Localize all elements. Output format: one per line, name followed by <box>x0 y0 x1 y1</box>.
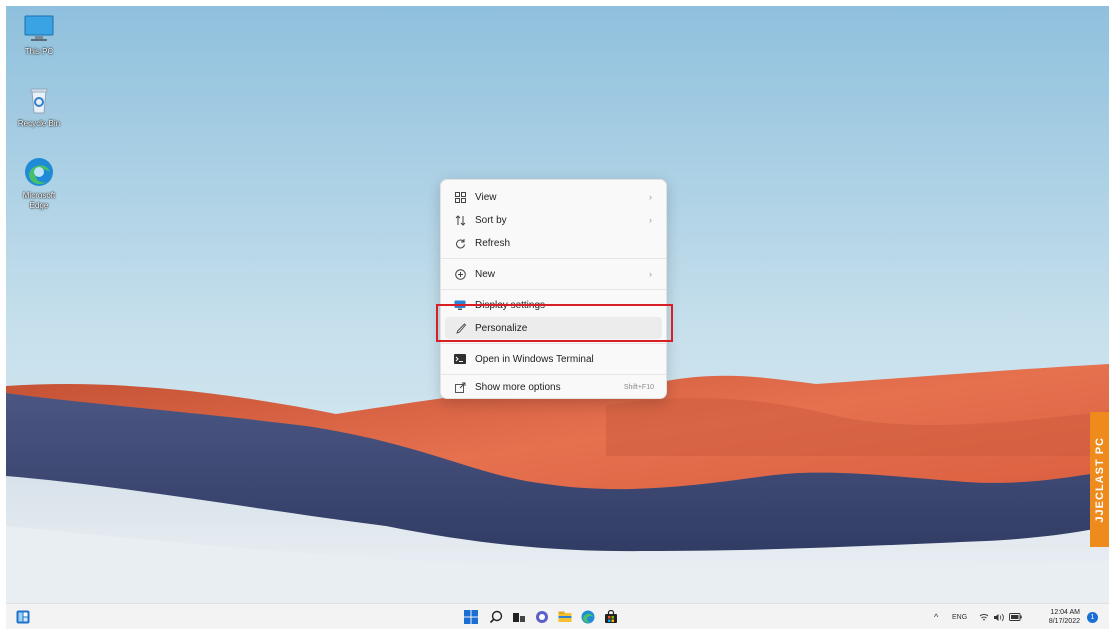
recycle-bin-icon <box>30 88 48 114</box>
menu-item-refresh[interactable]: Refresh <box>445 232 662 254</box>
grid-icon <box>453 190 467 204</box>
store-icon <box>605 610 617 623</box>
desktop-icon-this-pc[interactable]: This PC <box>14 12 64 57</box>
desktop-icon-label: Recycle Bin <box>17 119 61 128</box>
desktop-icon-recycle-bin[interactable]: Recycle Bin <box>14 84 64 129</box>
start-button[interactable] <box>462 608 480 626</box>
highlight-box <box>436 304 673 342</box>
terminal-icon <box>453 352 467 366</box>
clock[interactable]: 12:04 AM 8/17/2022 <box>1032 608 1080 626</box>
menu-separator <box>441 374 666 375</box>
file-explorer-button[interactable] <box>556 608 574 626</box>
edge-icon <box>581 610 595 624</box>
battery-icon[interactable] <box>1009 613 1022 621</box>
language-indicator[interactable]: ENG <box>952 614 967 621</box>
menu-item-show-more-options[interactable]: Show more options Shift+F10 <box>445 376 662 398</box>
menu-separator <box>441 258 666 259</box>
menu-item-open-in-terminal[interactable]: Open in Windows Terminal <box>445 348 662 370</box>
watermark-logo: JJECLAST PC <box>1090 412 1109 547</box>
monitor-icon <box>24 15 54 41</box>
widgets-icon <box>16 610 30 624</box>
widgets-button[interactable] <box>14 608 32 626</box>
edge-button[interactable] <box>579 608 597 626</box>
clock-time: 12:04 AM <box>1050 609 1080 616</box>
search-button[interactable] <box>487 608 505 626</box>
refresh-icon <box>453 236 467 250</box>
store-button[interactable] <box>602 608 620 626</box>
share-icon <box>453 380 467 394</box>
taskbar: ^ ENG 12:04 AM 8/17/2022 1 <box>6 603 1109 629</box>
task-view-icon <box>513 613 525 622</box>
menu-item-sort-by[interactable]: Sort by › <box>445 209 662 231</box>
menu-separator <box>441 289 666 290</box>
desktop-icon-label: This PC <box>24 47 54 56</box>
menu-item-label: Show more options <box>475 381 561 393</box>
task-view-button[interactable] <box>510 608 528 626</box>
menu-item-label: Open in Windows Terminal <box>475 353 594 365</box>
menu-item-new[interactable]: New › <box>445 263 662 285</box>
desktop-context-menu: View › Sort by › Refresh New › Display s… <box>440 179 667 399</box>
edge-icon <box>25 158 53 186</box>
shortcut-hint: Shift+F10 <box>623 383 654 391</box>
chevron-right-icon: › <box>649 269 652 279</box>
watermark-text: JJECLAST PC <box>1093 436 1106 523</box>
file-explorer-icon <box>558 611 572 622</box>
plus-circle-icon <box>453 267 467 281</box>
chat-button[interactable] <box>533 608 551 626</box>
menu-item-view[interactable]: View › <box>445 186 662 208</box>
desktop-icon-edge[interactable]: Microsoft Edge <box>14 156 64 211</box>
start-icon <box>464 610 478 624</box>
menu-item-label: New <box>475 268 496 280</box>
wifi-icon[interactable] <box>979 613 989 622</box>
menu-item-label: Sort by <box>475 214 507 226</box>
notification-badge[interactable]: 1 <box>1087 611 1098 623</box>
chat-icon <box>536 611 548 623</box>
search-icon <box>489 610 503 624</box>
menu-item-label: View <box>475 191 497 203</box>
chevron-right-icon: › <box>649 192 652 202</box>
sort-icon <box>453 213 467 227</box>
menu-item-label: Refresh <box>475 237 511 249</box>
desktop-icon-label: Microsoft Edge <box>22 191 56 210</box>
menu-separator <box>441 343 666 344</box>
show-hidden-icons-chevron[interactable]: ^ <box>934 612 938 622</box>
clock-date: 8/17/2022 <box>1048 618 1080 625</box>
notification-count: 1 <box>1090 613 1095 621</box>
chevron-right-icon: › <box>649 215 652 225</box>
volume-icon[interactable] <box>993 613 1005 622</box>
